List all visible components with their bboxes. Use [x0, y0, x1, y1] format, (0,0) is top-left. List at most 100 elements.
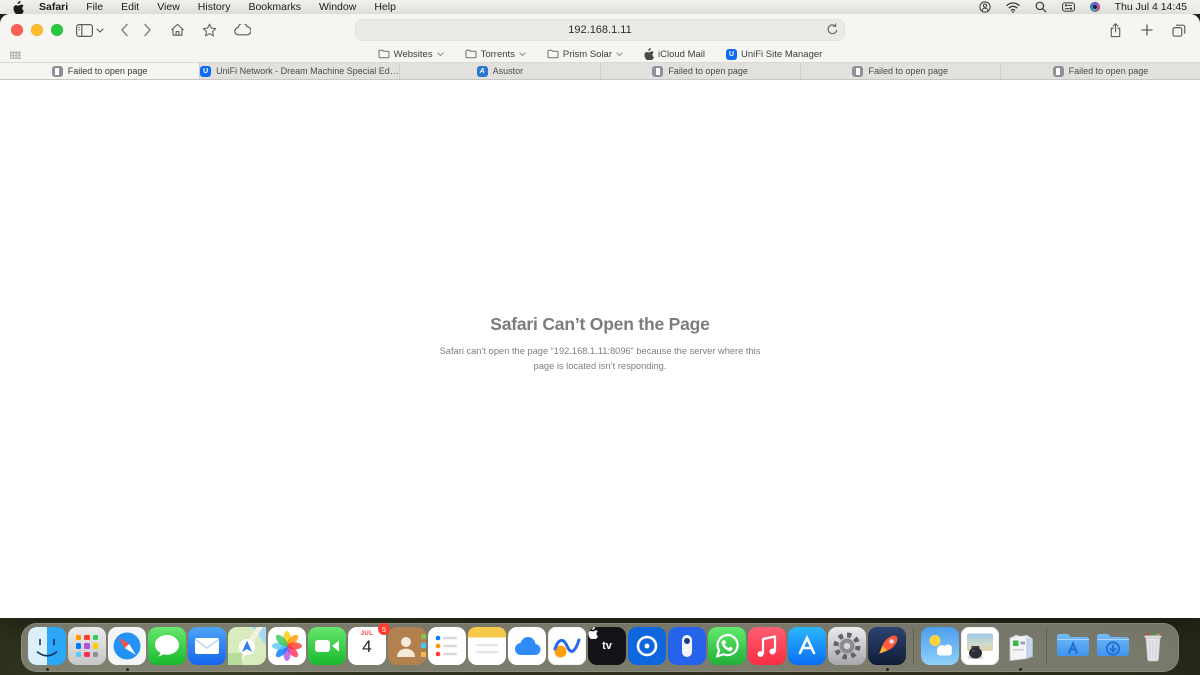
favorites-grid-icon[interactable]: [10, 51, 21, 59]
back-button[interactable]: [120, 23, 129, 37]
dock-unifi-protect-icon[interactable]: [668, 627, 706, 665]
folder-icon: [378, 49, 390, 59]
chevron-down-icon: [616, 52, 623, 57]
tab-failed-1[interactable]: Failed to open page: [0, 63, 201, 79]
dock-downloads-folder-icon[interactable]: [1094, 627, 1132, 665]
wifi-icon[interactable]: [1005, 1, 1020, 13]
bookmark-unifi-site-manager[interactable]: U UniFi Site Manager: [726, 48, 822, 60]
menu-item-help[interactable]: Help: [365, 0, 405, 14]
address-bar-url: 192.168.1.11: [568, 24, 632, 36]
tab-bar: Failed to open page U UniFi Network - Dr…: [0, 63, 1200, 80]
dock-trash-icon[interactable]: [1134, 627, 1172, 665]
menu-bar: Safari File Edit View History Bookmarks …: [0, 0, 1200, 14]
page-favicon: [652, 65, 664, 77]
close-window-button[interactable]: [11, 24, 23, 36]
dock-rocket-app-icon[interactable]: [868, 627, 906, 671]
control-center-icon[interactable]: [1061, 2, 1075, 12]
error-message-block: Safari Can’t Open the Page Safari can’t …: [432, 314, 768, 374]
folder-icon: [547, 49, 559, 59]
menu-item-safari[interactable]: Safari: [30, 0, 77, 14]
dock-launchpad-icon[interactable]: [68, 627, 106, 665]
dock-music-icon[interactable]: [748, 627, 786, 665]
dock-calendar-icon[interactable]: JUL 4 5: [348, 623, 390, 665]
sidebar-toggle-icon[interactable]: [76, 23, 93, 37]
forward-button[interactable]: [143, 23, 152, 37]
menu-item-window[interactable]: Window: [310, 0, 365, 14]
bookmark-folder-prism-solar[interactable]: Prism Solar: [547, 49, 623, 60]
dock-messages-icon[interactable]: [148, 627, 186, 665]
tab-failed-3[interactable]: Failed to open page: [801, 63, 1001, 79]
icloud-tabs-icon[interactable]: [234, 24, 251, 36]
reload-icon[interactable]: [827, 23, 838, 41]
dock-system-settings-icon[interactable]: [828, 627, 866, 665]
apple-menu-icon[interactable]: [13, 1, 24, 14]
minimize-window-button[interactable]: [31, 24, 43, 36]
dock-divider: [1046, 628, 1047, 664]
dock-freeform-wave-icon[interactable]: [548, 627, 586, 665]
apple-icon: [644, 48, 654, 60]
menu-bar-left: Safari File Edit View History Bookmarks …: [13, 0, 405, 14]
dock: JUL 4 5 tv: [21, 623, 1179, 672]
chevron-down-icon: [519, 52, 526, 57]
bookmarks-bar: Websites Torrents Prism Solar iCloud Mai…: [0, 46, 1200, 63]
tab-overview-icon[interactable]: [1172, 24, 1186, 37]
apple-icon: [588, 627, 598, 639]
unifi-favicon: U: [200, 65, 212, 77]
dock-contacts-icon[interactable]: [388, 627, 426, 665]
asustor-favicon: A: [476, 65, 488, 77]
tab-asustor[interactable]: A Asustor: [400, 63, 601, 79]
tab-failed-2[interactable]: Failed to open page: [601, 63, 801, 79]
tab-failed-4[interactable]: Failed to open page: [1001, 63, 1200, 79]
menu-item-edit[interactable]: Edit: [112, 0, 148, 14]
dock-applications-folder-icon[interactable]: [1054, 627, 1092, 665]
menu-item-file[interactable]: File: [77, 0, 112, 14]
user-account-icon[interactable]: [978, 1, 991, 13]
menu-item-history[interactable]: History: [189, 0, 240, 14]
home-button[interactable]: [170, 23, 185, 37]
error-description: Safari can’t open the page “192.168.1.11…: [439, 346, 761, 371]
share-icon[interactable]: [1109, 22, 1122, 38]
dock-icloud-drive-icon[interactable]: [508, 627, 546, 665]
dock-whatsapp-icon[interactable]: [708, 627, 746, 665]
dock-mail-icon[interactable]: [188, 627, 226, 665]
menubar-app-icon[interactable]: [1089, 2, 1100, 12]
dock-notes-icon[interactable]: [468, 627, 506, 665]
address-bar[interactable]: 192.168.1.11: [355, 19, 845, 41]
dock-weather-icon[interactable]: [921, 627, 959, 665]
macos-desktop: Safari File Edit View History Bookmarks …: [0, 0, 1200, 675]
toolbar-right: [1109, 14, 1186, 46]
safari-window: 192.168.1.11 Websites Torrents Prism Sol…: [0, 14, 1200, 618]
bookmark-icloud-mail[interactable]: iCloud Mail: [644, 48, 705, 60]
dock-facetime-icon[interactable]: [308, 627, 346, 665]
bookmarks-star-icon[interactable]: [202, 23, 217, 37]
menu-bar-status: Thu Jul 4 14:45: [978, 1, 1187, 13]
page-content: Safari Can’t Open the Page Safari can’t …: [0, 80, 1200, 618]
safari-toolbar: 192.168.1.11: [0, 14, 1200, 46]
menu-item-view[interactable]: View: [148, 0, 189, 14]
bookmark-folder-websites[interactable]: Websites: [378, 49, 444, 60]
folder-icon: [465, 49, 477, 59]
bookmark-folder-torrents[interactable]: Torrents: [465, 49, 526, 60]
new-tab-icon[interactable]: [1141, 24, 1153, 36]
menu-bar-clock[interactable]: Thu Jul 4 14:45: [1115, 1, 1187, 13]
menu-item-bookmarks[interactable]: Bookmarks: [239, 0, 310, 14]
tab-unifi-network[interactable]: U UniFi Network - Dream Machine Special …: [200, 63, 401, 79]
zoom-window-button[interactable]: [51, 24, 63, 36]
dock-preview-icon[interactable]: [961, 627, 999, 665]
calendar-day: 4: [362, 637, 372, 656]
dock-maps-icon[interactable]: [228, 627, 266, 665]
chevron-down-icon: [437, 52, 444, 57]
dock-app-store-icon[interactable]: [788, 627, 826, 665]
dock-safari-icon[interactable]: [108, 627, 146, 671]
dock-unifi-icon[interactable]: [628, 627, 666, 665]
error-title: Safari Can’t Open the Page: [490, 314, 710, 334]
dock-reminders-icon[interactable]: [428, 627, 466, 665]
dock-finder-icon[interactable]: [28, 627, 66, 671]
spotlight-search-icon[interactable]: [1035, 1, 1047, 13]
dock-apple-tv-icon[interactable]: tv: [588, 627, 626, 665]
page-favicon: [1052, 65, 1064, 77]
page-favicon: [852, 65, 864, 77]
dock-photos-icon[interactable]: [268, 627, 306, 665]
sidebar-chevron-down-icon[interactable]: [96, 28, 104, 33]
dock-box-app-icon[interactable]: [1001, 627, 1039, 671]
